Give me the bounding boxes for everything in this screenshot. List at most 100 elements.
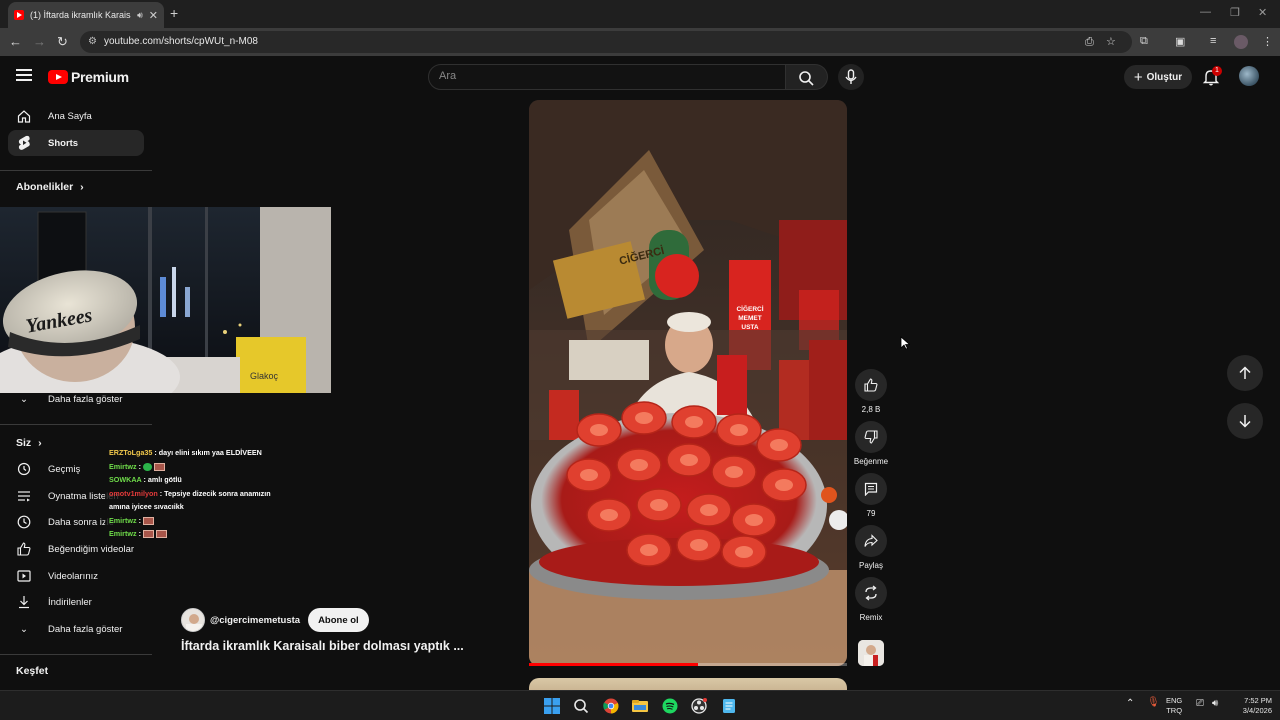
sidebar-item-your-videos[interactable]: Videolarınız [8, 563, 144, 589]
show-more-label: Daha fazla göster [48, 393, 123, 405]
next-short-button[interactable] [1227, 403, 1263, 439]
remix-button[interactable]: Remix [855, 577, 887, 622]
search-button[interactable] [786, 64, 828, 90]
dislike-icon [855, 421, 887, 453]
microphone-icon [845, 69, 857, 84]
channel-row: @cigercimemetusta Abone ol [181, 608, 369, 632]
dislike-button[interactable]: Beğenme [854, 421, 888, 466]
channel-avatar[interactable] [181, 608, 205, 632]
sidebar-item-shorts[interactable]: Shorts [8, 130, 144, 156]
maximize-icon[interactable]: ❐ [1230, 6, 1240, 19]
chat-username: ERZToLga35 [109, 448, 153, 457]
browser-tab[interactable]: (1) İftarda ikramlık Karaisalı 🔊︎ ✕ [8, 2, 164, 28]
reload-icon[interactable]: ↻ [57, 34, 68, 50]
speaker-icon[interactable]: 🔊︎ [137, 10, 143, 21]
youtube-header: Premium + Oluştur 1 [0, 56, 1280, 98]
shorts-video-player[interactable]: CİĞERCİ CİĞERCİ MEMET USTA [529, 100, 847, 666]
channel-name[interactable]: @cigercimemetusta [210, 615, 300, 626]
comment-icon [855, 473, 887, 505]
close-tab-icon[interactable]: ✕ [149, 9, 158, 22]
chat-overlay: ERZToLga35 : dayı elini sıkım yaa ELDİVE… [105, 446, 315, 540]
youtube-logo[interactable]: Premium [48, 69, 129, 85]
video-progress-bar[interactable] [529, 663, 847, 666]
split-view-icon[interactable]: ▣ [1175, 35, 1185, 48]
spotify-icon[interactable] [660, 696, 680, 716]
browser-menu-icon[interactable]: ⋮ [1262, 35, 1273, 48]
windows-start-icon[interactable] [542, 696, 562, 716]
tomato-slice [686, 493, 732, 527]
clock-date: 3/4/2026 [1242, 706, 1272, 715]
video-progress-fill [529, 663, 698, 666]
menu-icon[interactable] [16, 69, 32, 81]
you-heading[interactable]: Siz › [16, 437, 42, 449]
sidebar-item-home[interactable]: Ana Sayfa [8, 103, 144, 129]
chevron-down-icon: ⌄ [20, 393, 28, 405]
logo-text: Premium [71, 69, 129, 85]
tray-mic-icon[interactable]: 🎙︎ [1147, 698, 1160, 708]
sidebar-item-downloads[interactable]: İndirilenler [8, 589, 144, 615]
minimize-icon[interactable]: — [1200, 6, 1211, 18]
subscriptions-label: Abonelikler [16, 181, 74, 193]
video-title[interactable]: İftarda ikramlık Karaisalı biber dolması… [181, 639, 464, 653]
taskbar-search-icon[interactable] [571, 696, 591, 716]
like-icon [16, 542, 32, 556]
chat-text: : [138, 529, 141, 538]
divider [0, 424, 152, 425]
show-more-you[interactable]: ⌄ Daha fazla göster [8, 616, 144, 642]
back-icon[interactable]: ← [9, 34, 22, 50]
sound-thumbnail[interactable] [858, 640, 884, 666]
search-box [428, 64, 786, 90]
chat-username: SOWKAA [109, 475, 142, 484]
chat-emote-icon [155, 530, 167, 539]
network-icon[interactable]: ⎚ [1196, 699, 1204, 709]
download-icon [16, 595, 32, 609]
notepad-icon[interactable] [719, 696, 739, 716]
window-close-icon[interactable]: ✕ [1258, 6, 1267, 19]
tray-overflow-icon[interactable]: ⌃ [1126, 699, 1134, 709]
remix-icon [855, 577, 887, 609]
chrome-icon[interactable] [601, 696, 621, 716]
chat-text: : Tepsiye dizecik sonra anamızın [159, 488, 271, 498]
chat-message: Emirtwz : [109, 514, 315, 528]
tomato-slice [711, 455, 757, 489]
extensions-icon[interactable]: ⧉ [1140, 35, 1148, 48]
file-explorer-icon[interactable] [630, 696, 650, 716]
subscriptions-heading[interactable]: Abonelikler › [16, 181, 84, 193]
tomato-slice [671, 405, 717, 439]
create-label: Oluştur [1146, 71, 1183, 83]
search-input[interactable] [439, 70, 769, 82]
voice-search-button[interactable] [838, 64, 864, 90]
forward-icon[interactable]: → [33, 34, 46, 50]
chat-username: Emirtwz [109, 461, 137, 471]
tomato-slice [626, 533, 672, 567]
volume-icon[interactable]: 🔊︎ [1212, 699, 1218, 709]
comments-button[interactable]: 79 [855, 473, 887, 518]
tomato-slice [756, 428, 802, 462]
sidebar-item-label: Videolarınız [48, 570, 98, 582]
account-avatar[interactable] [1239, 66, 1259, 86]
share-button[interactable]: Paylaş [855, 525, 887, 570]
chat-username: Emirtwz [109, 529, 137, 538]
like-count: 2,8 B [861, 405, 881, 414]
region-code: TRQ [1166, 706, 1183, 715]
tomato-slice [586, 498, 632, 532]
profile-icon[interactable] [1234, 35, 1248, 49]
tomato-slice [676, 528, 722, 562]
clock[interactable]: 7:52 PM 3/4/2026 [1232, 696, 1272, 716]
arrow-down-icon [1239, 415, 1251, 428]
browser-toolbar: ← → ↻ ⚙ youtube.com/shorts/cpWUt_n-M08 ⎙… [0, 28, 1280, 56]
media-control-icon[interactable]: ≡ [1210, 35, 1216, 47]
language-indicator[interactable]: ENG TRQ [1166, 696, 1182, 716]
tomato-slice [666, 443, 712, 477]
bookmark-star-icon[interactable]: ☆ [1106, 35, 1116, 48]
create-button[interactable]: + Oluştur [1124, 65, 1192, 89]
previous-short-button[interactable] [1227, 355, 1263, 391]
subscribe-button[interactable]: Abone ol [308, 608, 369, 632]
language-code: ENG [1166, 696, 1183, 705]
address-bar[interactable]: ⚙ youtube.com/shorts/cpWUt_n-M08 ⎙ ☆ [80, 31, 1132, 53]
site-info-icon[interactable]: ⚙ [88, 36, 97, 47]
like-button[interactable]: 2,8 B [855, 369, 887, 414]
install-app-icon[interactable]: ⎙ [1085, 36, 1094, 49]
obs-icon[interactable] [689, 696, 709, 716]
new-tab-icon[interactable]: + [170, 5, 178, 21]
